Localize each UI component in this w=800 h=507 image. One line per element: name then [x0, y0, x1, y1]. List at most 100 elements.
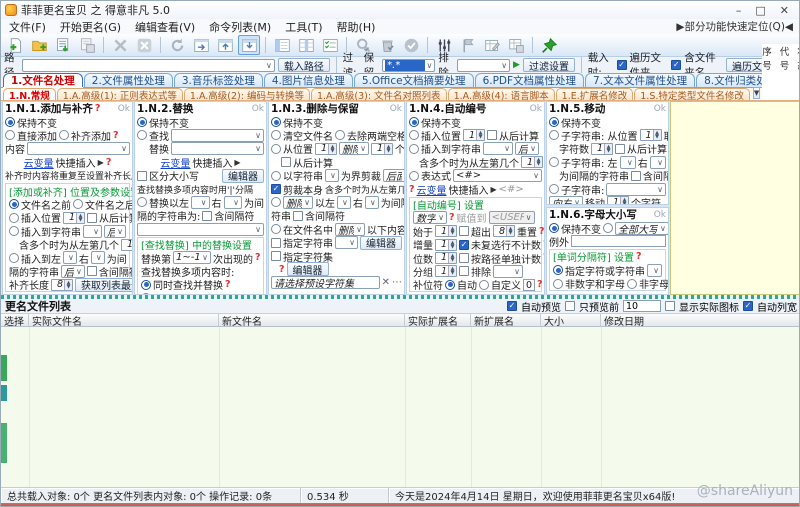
p5-pos-spinner[interactable]: 1: [640, 129, 662, 141]
table-save-icon[interactable]: [505, 35, 527, 55]
minimize-button[interactable]: –: [736, 4, 742, 17]
p5-sub1-radio[interactable]: [549, 130, 559, 140]
p3-side-combobox[interactable]: 后面∨: [383, 169, 405, 182]
p3-preset-combobox[interactable]: 请选择预设字符集: [271, 276, 380, 289]
p1-keep-radio[interactable]: [5, 117, 15, 127]
p1-nth-spinner[interactable]: 1: [121, 239, 133, 251]
p3-clear-radio[interactable]: [271, 130, 281, 140]
p5-sub3-radio[interactable]: [549, 184, 559, 194]
p3-pos-spinner[interactable]: 1: [315, 143, 337, 155]
p3-editor-button[interactable]: 编辑器: [360, 236, 402, 250]
col-actual-name[interactable]: 实际文件名: [29, 314, 219, 326]
col-select[interactable]: 选择: [1, 314, 29, 326]
filter-apply-icon[interactable]: ▶: [513, 60, 520, 70]
subtab-script[interactable]: 1.A.高级(4): 语言脚本: [448, 88, 555, 100]
p3-inname-radio[interactable]: [271, 224, 281, 234]
p4-inc-spinner[interactable]: 1: [435, 239, 457, 251]
flag-icon[interactable]: [457, 35, 479, 55]
p6-keep-radio[interactable]: [549, 223, 559, 233]
help-icon[interactable]: ?: [113, 130, 119, 141]
p4-fromend-checkbox[interactable]: [487, 130, 497, 140]
menu-file[interactable]: 文件(F): [9, 19, 46, 35]
p2-same-radio[interactable]: [141, 280, 151, 290]
pin-icon[interactable]: [538, 35, 560, 55]
p1-between-radio[interactable]: [9, 253, 19, 263]
p4-expr-radio[interactable]: [409, 171, 419, 181]
p5-right-combobox[interactable]: ∨: [650, 156, 666, 169]
refresh-icon[interactable]: [166, 35, 188, 55]
p3-incsep-checkbox[interactable]: [293, 211, 303, 221]
help-icon[interactable]: ?: [409, 184, 415, 195]
help-icon[interactable]: ?: [636, 251, 642, 262]
help-icon[interactable]: ?: [255, 252, 261, 263]
maximize-button[interactable]: □: [755, 4, 765, 17]
p3-between-radio[interactable]: [271, 197, 281, 207]
delete-icon[interactable]: [109, 35, 131, 55]
file-list-area[interactable]: [1, 327, 800, 487]
p5-sub2-radio[interactable]: [549, 157, 559, 167]
panel-bottom-icon[interactable]: [238, 35, 260, 55]
sub-tabs-dropdown-icon[interactable]: ▼: [753, 87, 760, 99]
p3-specstr-checkbox[interactable]: [271, 238, 281, 248]
p5-fromend-checkbox[interactable]: [615, 144, 625, 154]
p3-bystr-radio[interactable]: [271, 171, 281, 181]
p3-more-icon[interactable]: ⋯: [392, 277, 402, 288]
p4-custom-input[interactable]: 0: [523, 279, 535, 291]
p1-cloudvar-link[interactable]: 云变量: [24, 155, 54, 170]
panel-top-icon[interactable]: [214, 35, 236, 55]
menu-commands[interactable]: 命令列表(M): [209, 19, 271, 35]
p1-sep-side-combobox[interactable]: 后∨: [61, 265, 85, 278]
p6-upper-radio[interactable]: [603, 223, 613, 233]
tab-filename[interactable]: 1.文件名处理: [3, 73, 83, 87]
help-icon[interactable]: ?: [279, 264, 285, 275]
save-list-icon[interactable]: [76, 35, 98, 55]
traverse-folders-checkbox[interactable]: [617, 60, 627, 70]
subtab-regex[interactable]: 1.A.高级(1): 正则表达式等: [57, 88, 183, 100]
p4-assign-combobox[interactable]: <USER0>∨: [489, 211, 535, 224]
help-icon[interactable]: ?: [95, 103, 101, 114]
p4-skip-checkbox[interactable]: [459, 240, 469, 250]
p4-pos-radio[interactable]: [409, 130, 419, 140]
p4-over-checkbox[interactable]: [459, 226, 469, 236]
filter-settings-button[interactable]: 过滤设置: [523, 58, 575, 72]
p2-left-combobox[interactable]: ∨: [191, 196, 210, 209]
p1-left-combobox[interactable]: ∨: [63, 251, 77, 264]
p3-specset-checkbox[interactable]: [271, 251, 281, 261]
recycle-check-icon[interactable]: [376, 35, 398, 55]
table-edit-icon[interactable]: [481, 35, 503, 55]
p1-tostr-combobox[interactable]: ∨: [83, 225, 102, 238]
confirm-check-icon[interactable]: [400, 35, 422, 55]
menu-view[interactable]: 编辑查看(V): [135, 19, 195, 35]
p4-digits-spinner[interactable]: 1: [435, 252, 457, 264]
p3-right-combobox[interactable]: ∨: [365, 196, 379, 209]
p3-del3-combobox[interactable]: 删除∨: [335, 223, 365, 236]
p5-keep-radio[interactable]: [549, 117, 559, 127]
p4-tostr-radio[interactable]: [409, 144, 419, 154]
include-foldername-checkbox[interactable]: [671, 60, 681, 70]
p6-spec-radio[interactable]: [553, 265, 563, 275]
p2-right-combobox[interactable]: ∨: [224, 196, 243, 209]
help-icon[interactable]: ?: [543, 252, 545, 263]
p3-del-combobox[interactable]: 删除∨: [339, 142, 369, 155]
tab-office[interactable]: 5.Office文档摘要处理: [354, 73, 474, 87]
p1-pad-radio[interactable]: [59, 130, 69, 140]
p1-tostr-radio[interactable]: [9, 226, 19, 236]
p4-nth-spinner[interactable]: 1: [521, 156, 543, 168]
column-view-icon[interactable]: [295, 35, 317, 55]
p1-before-radio[interactable]: [9, 199, 19, 209]
help-icon[interactable]: ?: [539, 226, 545, 237]
load-path-button[interactable]: 载入路径: [278, 58, 330, 72]
p4-perpath-checkbox[interactable]: [459, 253, 469, 263]
help-icon[interactable]: ?: [543, 239, 545, 250]
subtab-encode[interactable]: 1.A.高级(2): 编码与转换等: [184, 88, 310, 100]
p4-group-spinner[interactable]: 1: [435, 265, 457, 277]
p3-specstr-combobox[interactable]: ∨: [335, 236, 358, 249]
preview-first-checkbox[interactable]: [565, 301, 575, 311]
p5-sub3-combobox[interactable]: ∨: [606, 183, 666, 196]
tab-pdf[interactable]: 6.PDF文档属性处理: [475, 73, 584, 87]
p1-pos-radio[interactable]: [9, 213, 19, 223]
subtab-ext[interactable]: 1.E.扩展名修改: [556, 88, 634, 100]
p1-content-combobox[interactable]: ∨: [27, 142, 130, 155]
col-new-ext[interactable]: 新扩展名: [471, 314, 541, 326]
col-size[interactable]: 大小: [541, 314, 601, 326]
